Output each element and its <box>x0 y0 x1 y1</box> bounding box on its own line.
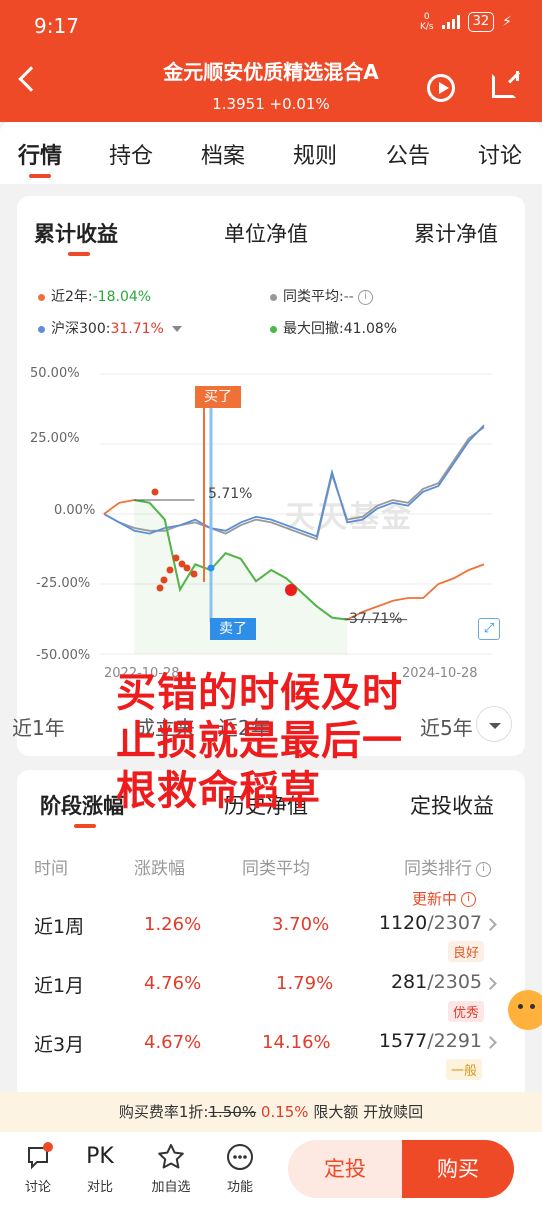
trade-dot[interactable] <box>160 576 168 584</box>
tab-profile[interactable]: 档案 <box>201 138 245 170</box>
status-time: 9:17 <box>34 14 79 38</box>
chart-tab-unit-nav[interactable]: 单位净值 <box>224 218 308 248</box>
sip-button[interactable]: 定投 <box>288 1140 402 1198</box>
y-tick-label: 25.00% <box>30 431 80 446</box>
trade-dot[interactable] <box>166 566 174 574</box>
trade-dot[interactable] <box>183 564 191 572</box>
chart-tab-indicator <box>68 252 90 256</box>
row-label: 近1周 <box>34 916 85 938</box>
fund-nav: 1.3951 +0.01% <box>212 95 330 113</box>
col-header-period: 时间 <box>34 859 68 879</box>
more-icon <box>220 1142 260 1172</box>
x-tick-label: 2024-10-28 <box>402 666 478 681</box>
row-change: 1.26% <box>144 914 202 935</box>
chart-tab-cumulative-return[interactable]: 累计收益 <box>34 218 118 248</box>
star-icon <box>151 1142 191 1172</box>
buy-button[interactable]: 购买 <box>402 1140 514 1198</box>
tab-holdings[interactable]: 持仓 <box>109 138 153 170</box>
tab-indicator <box>29 174 51 178</box>
trade-dot[interactable] <box>190 570 198 578</box>
row-rank[interactable]: 281/2305 <box>362 971 482 993</box>
play-icon[interactable] <box>427 74 455 102</box>
tab-rules[interactable]: 规则 <box>293 138 337 170</box>
chart-tab-cumulative-nav[interactable]: 累计净值 <box>414 218 498 248</box>
low-annotation: -37.71% <box>344 611 403 627</box>
legend-index[interactable]: 沪深300:31.71% <box>38 318 182 338</box>
buy-marker: 买了 <box>195 386 241 408</box>
share-icon[interactable] <box>492 71 519 98</box>
return-chart[interactable] <box>100 362 492 662</box>
col-header-peer-avg: 同类平均 <box>242 859 310 879</box>
overlay-caption-line: 根救命稻草 <box>116 768 321 814</box>
signal-icon <box>441 15 460 29</box>
y-tick-label: 0.00% <box>54 503 96 518</box>
row-peer-avg: 3.70% <box>272 914 330 935</box>
rank-badge: 优秀 <box>448 1001 485 1022</box>
more-periods-icon[interactable] <box>476 706 512 742</box>
tab-notices[interactable]: 公告 <box>386 138 430 170</box>
main-tabs: 行情 持仓 档案 规则 公告 讨论 <box>0 122 542 184</box>
pk-icon: PK <box>86 1144 114 1169</box>
row-change: 4.67% <box>144 1032 202 1053</box>
sell-marker: 卖了 <box>210 618 256 640</box>
expand-icon[interactable]: ⤢ <box>478 618 500 640</box>
nav-functions[interactable]: 功能 <box>220 1142 260 1195</box>
col-header-rank: 同类排行 i <box>404 854 491 879</box>
info-icon[interactable]: i <box>461 892 477 907</box>
charging-icon: ⚡ <box>502 14 512 30</box>
col-header-change: 涨跌幅 <box>134 859 185 879</box>
row-peer-avg: 14.16% <box>262 1032 331 1053</box>
row-rank[interactable]: 1577/2291 <box>362 1030 482 1052</box>
tab-quote[interactable]: 行情 <box>18 138 62 170</box>
row-rank[interactable]: 1120/2307 <box>362 912 482 934</box>
y-tick-label: -25.00% <box>36 576 91 591</box>
trade-dot[interactable] <box>172 554 180 562</box>
header: 9:17 0 K/s 32 ⚡ 金元顺安优质精选混合A 1.3951 +0.01% <box>0 0 542 122</box>
mascot-icon[interactable] <box>508 990 542 1030</box>
row-label: 近3月 <box>34 1034 85 1056</box>
legend-drawdown[interactable]: 最大回撤:41.08% <box>270 318 397 338</box>
sell-dot[interactable] <box>207 564 215 572</box>
dropdown-icon[interactable] <box>171 326 182 332</box>
trade-dot[interactable] <box>151 488 159 496</box>
info-icon[interactable]: i <box>476 861 491 877</box>
nav-compare[interactable]: PK 对比 <box>80 1142 120 1195</box>
trade-dot[interactable] <box>156 584 164 592</box>
rank-badge: 一般 <box>446 1059 483 1080</box>
fund-title: 金元顺安优质精选混合A <box>163 60 379 84</box>
legend-fund[interactable]: 近2年:-18.04% <box>38 286 151 306</box>
current-dot[interactable] <box>285 584 297 596</box>
y-tick-label: 50.00% <box>30 366 80 381</box>
fee-promo-banner[interactable]: 购买费率1折:1.50% 0.15% 限大额 开放赎回 <box>0 1092 542 1132</box>
update-status: 更新中 i <box>412 888 477 909</box>
bottom-bar: 讨论 PK 对比 加自选 功能 定投 购买 <box>0 1132 542 1206</box>
stage-tab-performance[interactable]: 阶段涨幅 <box>40 790 124 820</box>
period-5y[interactable]: 近5年 <box>420 712 473 741</box>
legend-peer[interactable]: 同类平均:-- i <box>270 286 373 306</box>
row-label: 近1月 <box>34 975 85 997</box>
status-icons: 0 K/s 32 ⚡ <box>420 12 512 32</box>
y-tick-label: -50.00% <box>36 648 91 663</box>
nav-discuss[interactable]: 讨论 <box>18 1142 58 1195</box>
period-1y[interactable]: 近1年 <box>12 712 65 741</box>
rank-badge: 良好 <box>448 941 485 962</box>
info-icon[interactable]: i <box>357 289 373 305</box>
tab-discuss[interactable]: 讨论 <box>478 138 522 170</box>
nav-watchlist[interactable]: 加自选 <box>151 1142 191 1195</box>
net-speed: 0 K/s <box>419 12 434 32</box>
high-annotation: 5.71% <box>208 486 253 502</box>
row-peer-avg: 1.79% <box>276 973 334 994</box>
stage-tab-sip-return[interactable]: 定投收益 <box>410 790 494 820</box>
stage-tab-indicator <box>74 824 96 828</box>
chat-bubble-icon <box>18 1142 58 1172</box>
battery-icon: 32 <box>467 12 495 32</box>
row-change: 4.76% <box>144 973 202 994</box>
